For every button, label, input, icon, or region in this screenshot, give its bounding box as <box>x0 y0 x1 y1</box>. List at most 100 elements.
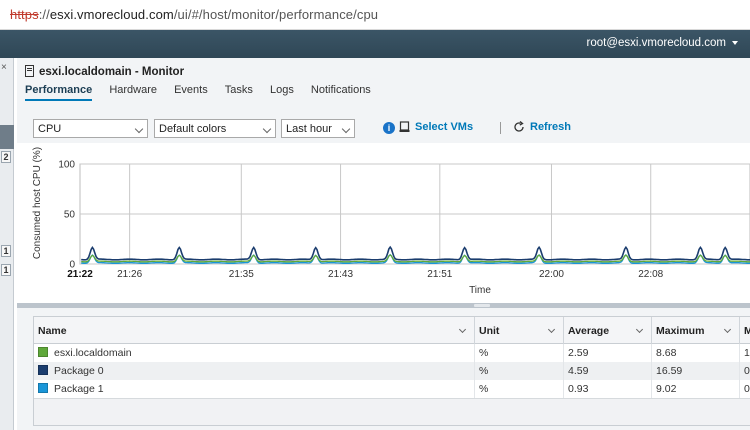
select-vms-button[interactable]: Select VMs <box>399 121 473 137</box>
x-tick-label: 21:26 <box>117 269 142 280</box>
cell-unit: % <box>475 362 564 380</box>
x-axis-label: Time <box>469 285 491 296</box>
url-host: esxi.vmorecloud.com <box>49 7 174 22</box>
cell-average: 2.59 <box>564 344 652 362</box>
table-header: Name Unit Average Maximum M <box>34 317 750 344</box>
cell-maximum: 9.02 <box>652 380 740 398</box>
app-header: root@esxi.vmorecloud.com <box>0 30 750 58</box>
user-name: root@esxi.vmorecloud.com <box>586 37 727 49</box>
column-header-unit[interactable]: Unit <box>475 317 564 344</box>
metric-select-value: CPU <box>38 123 62 135</box>
color-scheme-select-value: Default colors <box>159 123 227 135</box>
navigator-selected-band <box>0 125 14 149</box>
chevron-down-icon <box>262 124 272 134</box>
column-header-label: Maximum <box>656 325 705 337</box>
refresh-icon <box>514 120 524 132</box>
table-footer <box>34 398 750 425</box>
page-title-text: esxi.localdomain - Monitor <box>39 66 185 78</box>
vm-icon <box>399 121 410 132</box>
refresh-button[interactable]: Refresh <box>513 120 571 137</box>
x-tick-label: 22:00 <box>539 269 564 280</box>
url-field[interactable]: https://esxi.vmorecloud.com/ui/#/host/mo… <box>10 7 378 22</box>
cell-name-text: esxi.localdomain <box>54 347 132 359</box>
table-row[interactable]: esxi.localdomain % 2.59 8.68 1. <box>34 344 750 362</box>
cell-name: Package 1 <box>34 380 475 398</box>
column-header-label: Average <box>568 325 610 337</box>
refresh-label: Refresh <box>530 121 571 133</box>
cell-name: Package 0 <box>34 362 475 380</box>
chevron-down-icon <box>732 40 738 45</box>
time-range-select-value: Last hour <box>286 123 332 135</box>
browser-address-bar[interactable]: https://esxi.vmorecloud.com/ui/#/host/mo… <box>0 0 750 30</box>
info-icon[interactable]: i <box>383 122 395 134</box>
cell-maximum: 16.59 <box>652 362 740 380</box>
chevron-down-icon[interactable] <box>723 325 732 334</box>
navigator-badge[interactable]: 2 <box>1 151 11 163</box>
x-axis-ticks: 21:22 21:26 21:35 21:43 21:51 22:00 22:08 <box>67 269 663 280</box>
chevron-down-icon[interactable] <box>635 325 644 334</box>
column-header-label: Unit <box>479 325 500 337</box>
url-separator: :// <box>38 7 50 22</box>
color-swatch <box>38 347 48 357</box>
column-header-label: Name <box>38 325 67 337</box>
cell-m: 1. <box>740 344 750 362</box>
time-range-select[interactable]: Last hour <box>281 119 355 138</box>
user-menu[interactable]: root@esxi.vmorecloud.com <box>586 37 738 49</box>
host-icon <box>25 65 34 77</box>
metrics-table: Name Unit Average Maximum M esxi.localdo… <box>33 316 750 426</box>
navigator-badge[interactable]: 1 <box>1 245 11 257</box>
tab-tasks[interactable]: Tasks <box>225 84 253 99</box>
navigator-panel: × 2 1 1 <box>0 58 14 430</box>
x-tick-label: 21:43 <box>328 269 353 280</box>
metric-select[interactable]: CPU <box>33 119 148 138</box>
tab-hardware[interactable]: Hardware <box>109 84 157 99</box>
x-tick-label: 21:51 <box>427 269 452 280</box>
chevron-down-icon[interactable] <box>547 325 556 334</box>
table-row[interactable]: Package 0 % 4.59 16.59 0 <box>34 362 750 380</box>
chevron-down-icon[interactable] <box>458 325 467 334</box>
y-tick-label: 100 <box>58 160 75 171</box>
x-tick-label: 22:08 <box>638 269 663 280</box>
column-header-average[interactable]: Average <box>564 317 652 344</box>
cell-name: esxi.localdomain <box>34 344 475 362</box>
cell-average: 4.59 <box>564 362 652 380</box>
cpu-line-chart[interactable]: 050100 21:22 21:26 21:35 21:43 21:51 22:00 22:… <box>17 143 750 303</box>
cpu-chart[interactable]: 0 50 100 21:22 21:26 21:35 21:43 21:51 22:00 22:… <box>17 143 750 303</box>
y-axis-label: Consumed host CPU (%) <box>32 147 43 259</box>
url-path: /ui/#/host/monitor/performance/cpu <box>173 7 379 22</box>
navigator-badge[interactable]: 1 <box>1 264 11 276</box>
select-vms-label: Select VMs <box>415 121 474 133</box>
chart-toolbar: CPU Default colors Last hour i Select VM… <box>33 119 750 139</box>
chevron-down-icon <box>341 124 351 134</box>
cell-average: 0.93 <box>564 380 652 398</box>
tab-events[interactable]: Events <box>174 84 208 99</box>
chart-table-splitter[interactable] <box>17 303 750 308</box>
x-tick-label: 21:35 <box>229 269 254 280</box>
tab-notifications[interactable]: Notifications <box>311 84 371 99</box>
color-scheme-select[interactable]: Default colors <box>154 119 276 138</box>
cell-unit: % <box>475 344 564 362</box>
monitor-tabs: Performance Hardware Events Tasks Logs N… <box>25 84 385 102</box>
cell-m: 0 <box>740 362 750 380</box>
y-axis-ticks: 050100 <box>58 160 75 271</box>
tab-performance[interactable]: Performance <box>25 84 93 101</box>
tab-logs[interactable]: Logs <box>270 84 294 99</box>
column-header-m[interactable]: M <box>740 317 750 344</box>
column-header-maximum[interactable]: Maximum <box>652 317 740 344</box>
column-header-name[interactable]: Name <box>34 317 475 344</box>
cell-name-text: Package 1 <box>54 383 104 395</box>
chevron-down-icon <box>134 124 144 134</box>
cell-unit: % <box>475 380 564 398</box>
table-row[interactable]: Package 1 % 0.93 9.02 0 <box>34 380 750 398</box>
column-header-label: M <box>744 325 750 337</box>
page-title: esxi.localdomain - Monitor <box>25 65 184 79</box>
cell-name-text: Package 0 <box>54 365 104 377</box>
splitter-grip[interactable] <box>474 304 490 307</box>
toolbar-divider <box>500 122 501 134</box>
chart-series <box>81 245 750 264</box>
y-tick-label: 50 <box>64 210 76 221</box>
cell-m: 0 <box>740 380 750 398</box>
close-icon[interactable]: × <box>1 62 7 73</box>
x-tick-label: 21:22 <box>67 269 93 280</box>
url-scheme: https <box>10 7 39 22</box>
